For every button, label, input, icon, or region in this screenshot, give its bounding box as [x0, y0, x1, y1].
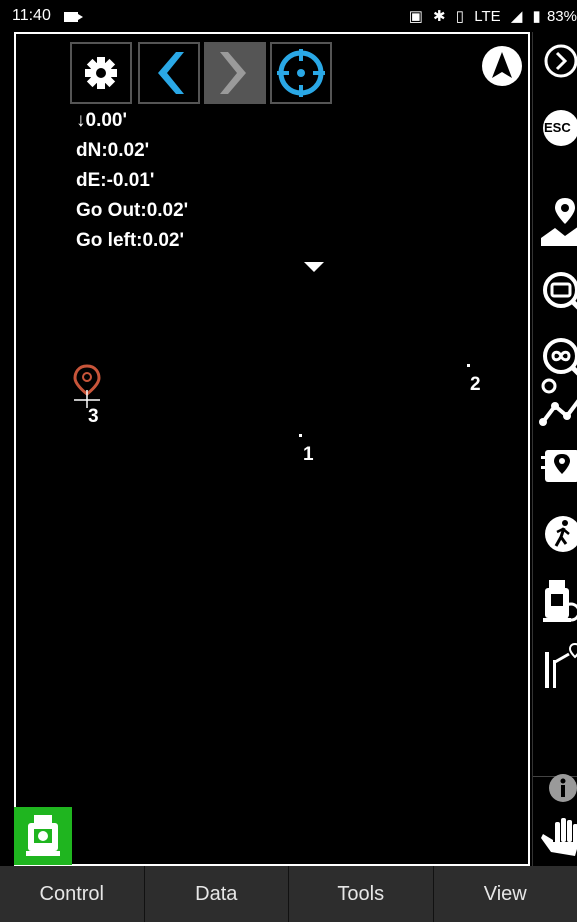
vibrate-icon: ▯	[455, 8, 465, 25]
bluetooth-icon: ✱	[433, 8, 446, 25]
compass-button[interactable]	[480, 44, 524, 88]
dn-readout: dN:0.02'	[76, 140, 150, 161]
chevron-circle-right-icon	[544, 44, 577, 78]
map-canvas[interactable]: ↓0.00' dN:0.02' dE:-0.01' Go Out:0.02' G…	[14, 32, 530, 866]
go-out-readout: Go Out:0.02'	[76, 200, 189, 221]
route-button[interactable]	[535, 372, 577, 432]
status-icons: ▣ ✱ ▯ LTE ◢ ▮ 83%	[403, 7, 577, 25]
point-marker[interactable]	[467, 364, 470, 367]
point-book-button[interactable]	[535, 436, 577, 496]
hand-button[interactable]	[535, 808, 577, 868]
point-label: 3	[88, 406, 99, 427]
zoom-extent-button[interactable]	[535, 262, 577, 322]
settings-button[interactable]	[70, 42, 132, 104]
elevation-readout: ↓0.00'	[76, 110, 127, 131]
tab-data[interactable]: Data	[145, 866, 289, 922]
navigation-arrow-icon	[482, 46, 522, 86]
target-icon	[277, 49, 325, 97]
cast-icon: ▣	[408, 8, 423, 25]
bottom-tab-bar: Control Data Tools View	[0, 866, 577, 922]
video-record-icon	[64, 12, 83, 22]
status-time: 11:40	[12, 7, 51, 24]
battery-icon: ▮	[532, 8, 541, 25]
point-marker[interactable]	[299, 434, 302, 437]
signal-icon: ◢	[510, 8, 523, 25]
esc-button[interactable]: ESC	[535, 98, 577, 158]
tab-tools[interactable]: Tools	[289, 866, 434, 922]
battery-percent: 83%	[546, 8, 577, 25]
stakeout-button[interactable]	[535, 636, 577, 696]
stakeout-icon	[545, 642, 577, 688]
direction-triangle-icon	[304, 262, 324, 272]
point-book-icon	[541, 450, 577, 482]
instrument-button[interactable]	[535, 570, 577, 630]
hand-icon	[541, 818, 577, 856]
previous-point-button[interactable]	[138, 42, 200, 104]
go-left-readout: Go left:0.02'	[76, 230, 184, 251]
tab-control[interactable]: Control	[0, 866, 145, 922]
status-bar: 11:40 ▣ ✱ ▯ LTE ◢ ▮ 83%	[0, 0, 577, 32]
current-position-pin-icon[interactable]	[72, 364, 102, 408]
walk-button[interactable]	[535, 504, 577, 564]
target-button[interactable]	[270, 42, 332, 104]
total-station-button[interactable]	[14, 807, 72, 865]
map-pin-button[interactable]	[535, 192, 577, 252]
esc-label: ESC	[544, 120, 571, 135]
chevron-left-icon	[158, 52, 184, 94]
network-type: LTE	[474, 8, 501, 25]
route-icon	[539, 378, 577, 426]
next-point-button[interactable]	[204, 42, 266, 104]
de-readout: dE:-0.01'	[76, 170, 155, 191]
walk-icon	[545, 516, 577, 552]
instrument-icon	[543, 580, 577, 622]
total-station-icon	[26, 815, 60, 856]
gear-icon	[85, 57, 117, 89]
point-label: 2	[470, 374, 481, 395]
map-pin-icon	[541, 198, 577, 246]
expand-sidebar-button[interactable]	[535, 36, 577, 96]
chevron-right-icon	[220, 52, 246, 94]
zoom-extent-icon	[543, 272, 577, 310]
right-sidebar: ESC	[532, 32, 577, 866]
point-label: 1	[303, 444, 314, 465]
tab-view[interactable]: View	[434, 866, 577, 922]
